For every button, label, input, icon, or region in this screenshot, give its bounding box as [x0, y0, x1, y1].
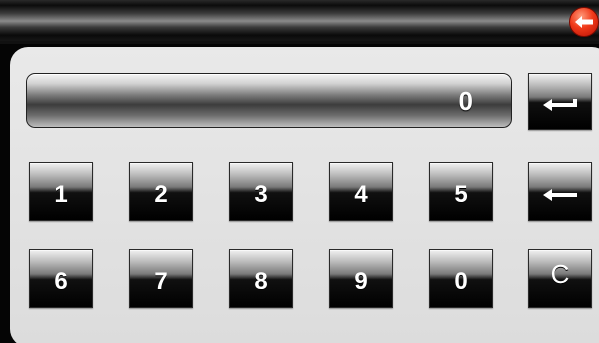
key-1[interactable]: 1 [29, 162, 93, 221]
key-label: 6 [54, 267, 68, 295]
key-label: 4 [354, 180, 368, 208]
key-label: 8 [254, 267, 268, 295]
key-label: 3 [254, 180, 268, 208]
enter-return-icon [543, 98, 577, 111]
key-8[interactable]: 8 [229, 249, 293, 308]
backspace-arrow-icon [543, 188, 577, 201]
key-2[interactable]: 2 [129, 162, 193, 221]
key-3[interactable]: 3 [229, 162, 293, 221]
clear-button[interactable]: C [528, 249, 592, 308]
key-label: 5 [454, 180, 468, 208]
number-display: 0 [26, 73, 512, 128]
title-bar-divider [0, 41, 599, 44]
key-label: 9 [354, 267, 368, 295]
key-9[interactable]: 9 [329, 249, 393, 308]
title-bar [0, 0, 599, 44]
key-7[interactable]: 7 [129, 249, 193, 308]
enter-button[interactable] [528, 73, 592, 130]
key-6[interactable]: 6 [29, 249, 93, 308]
clear-label: C [550, 259, 570, 289]
key-label: 7 [154, 267, 168, 295]
key-4[interactable]: 4 [329, 162, 393, 221]
back-arrow-icon [575, 16, 593, 28]
back-button[interactable] [569, 7, 599, 37]
key-0[interactable]: 0 [429, 249, 493, 308]
backspace-button[interactable] [528, 162, 592, 221]
display-value: 0 [458, 86, 473, 116]
key-5[interactable]: 5 [429, 162, 493, 221]
key-label: 2 [154, 180, 168, 208]
numeric-keypad-screen: 0 1 2 3 4 5 6 7 8 9 0 C [0, 0, 599, 343]
key-label: 0 [454, 267, 468, 295]
key-label: 1 [54, 180, 68, 208]
